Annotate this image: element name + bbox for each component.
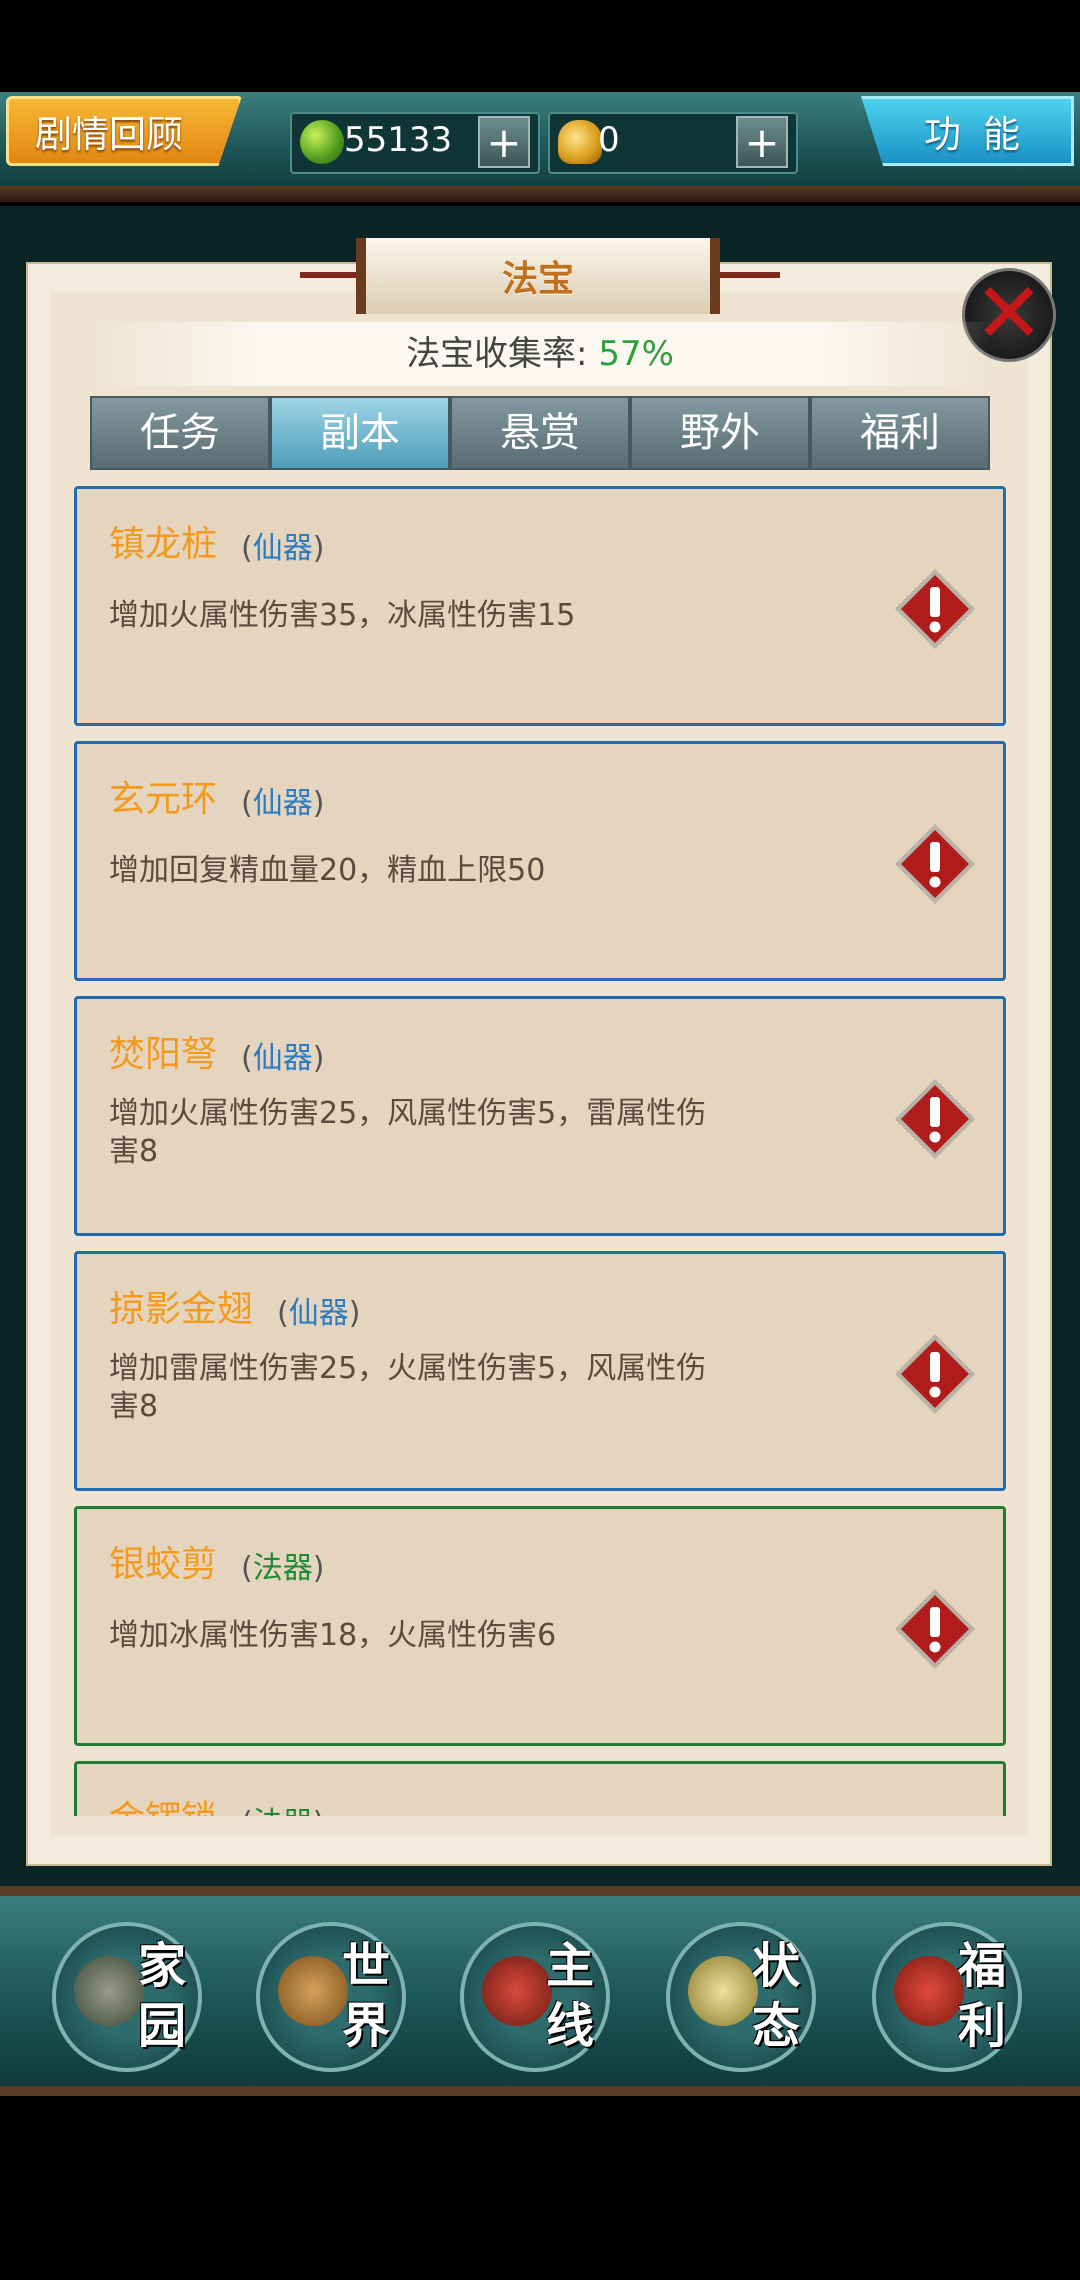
title-cord-right — [720, 272, 780, 278]
story-review-label: 剧情回顾 — [35, 113, 183, 156]
function-button[interactable]: 功能 — [860, 96, 1074, 166]
exclamation-icon[interactable] — [893, 567, 977, 651]
nav-label: 世界 — [342, 1938, 391, 2054]
treasure-item[interactable]: 掠影金翅 (仙器) 增加雷属性伤害25，火属性伤害5，风属性伤害8 — [74, 1251, 1006, 1491]
add-gold-button[interactable]: + — [736, 116, 788, 168]
treasure-item[interactable]: 玄元环 (仙器) 增加回复精血量20，精血上限50 — [74, 741, 1006, 981]
plus-icon: + — [744, 118, 780, 167]
welfare-icon — [894, 1956, 964, 2026]
tab-label: 福利 — [860, 410, 940, 456]
treasure-type: (法器) — [241, 1798, 324, 1816]
exclamation-icon[interactable] — [893, 1332, 977, 1416]
nav-label: 福利 — [958, 1938, 1007, 2054]
jade-coin-icon — [300, 120, 344, 164]
panel-title: 法宝 — [501, 259, 574, 300]
exclamation-icon[interactable] — [893, 822, 977, 906]
story-review-button[interactable]: 剧情回顾 — [6, 96, 242, 166]
treasure-type: (仙器) — [241, 786, 325, 821]
title-cord-left — [300, 272, 360, 278]
treasure-type: (仙器) — [241, 1041, 325, 1076]
nav-label: 状态 — [752, 1938, 801, 2054]
gold-resource: 0 + — [548, 112, 798, 174]
treasure-name: 焚阳弩 — [109, 1034, 218, 1075]
collection-rate: 法宝收集率: 57% — [90, 322, 990, 386]
nav-main-quest[interactable]: 主线 — [460, 1922, 610, 2072]
nav-home[interactable]: 家园 — [52, 1922, 202, 2072]
bottom-nav: 家园 世界 主线 状态 福利 — [0, 1886, 1080, 2096]
nav-status[interactable]: 状态 — [666, 1922, 816, 2072]
treasure-list[interactable]: 镇龙桩 (仙器) 增加火属性伤害35，冰属性伤害15 玄元环 (仙器) 增加回复… — [74, 486, 1006, 1816]
home-icon — [74, 1956, 144, 2026]
tab-label: 任务 — [140, 410, 220, 456]
gold-value: 0 — [598, 120, 620, 160]
nav-label: 主线 — [546, 1938, 595, 2054]
treasure-description: 增加回复精血量20，精血上限50 — [109, 853, 546, 888]
panel-title-scroll: 法宝 — [356, 238, 720, 314]
top-bar: 剧情回顾 55133 + 0 + 功能 — [0, 92, 1080, 202]
exclamation-icon[interactable] — [893, 1077, 977, 1161]
tab-label: 野外 — [680, 410, 760, 456]
treasure-item[interactable]: 金锣锁 (法器) — [74, 1761, 1006, 1816]
treasure-description: 增加雷属性伤害25，火属性伤害5，风属性伤害8 — [109, 1351, 707, 1424]
gold-ingot-icon — [558, 120, 602, 164]
tab-field[interactable]: 野外 — [630, 396, 810, 470]
treasure-name: 银蛟剪 — [109, 1544, 218, 1585]
main-quest-icon — [482, 1956, 552, 2026]
treasure-type: (仙器) — [241, 531, 325, 566]
treasure-item[interactable]: 焚阳弩 (仙器) 增加火属性伤害25，风属性伤害5，雷属性伤害8 — [74, 996, 1006, 1236]
world-icon — [278, 1956, 348, 2026]
tab-welfare[interactable]: 福利 — [810, 396, 990, 470]
category-tabs: 任务 副本 悬赏 野外 福利 — [90, 396, 990, 470]
treasure-name: 掠影金翅 — [109, 1289, 254, 1330]
treasure-description: 增加火属性伤害35，冰属性伤害15 — [109, 598, 576, 633]
tab-bounty[interactable]: 悬赏 — [450, 396, 630, 470]
tab-quest[interactable]: 任务 — [90, 396, 270, 470]
treasure-type: (仙器) — [277, 1296, 361, 1331]
nav-label: 家园 — [138, 1938, 187, 2054]
treasure-item[interactable]: 银蛟剪 (法器) 增加冰属性伤害18，火属性伤害6 — [74, 1506, 1006, 1746]
exclamation-icon[interactable] — [893, 1587, 977, 1671]
collection-rate-label: 法宝收集率: — [406, 334, 588, 374]
tab-dungeon[interactable]: 副本 — [270, 396, 450, 470]
treasure-description: 增加火属性伤害25，风属性伤害5，雷属性伤害8 — [109, 1096, 707, 1169]
jade-resource: 55133 + — [290, 112, 540, 174]
status-icon — [688, 1956, 758, 2026]
nav-world[interactable]: 世界 — [256, 1922, 406, 2072]
plus-icon: + — [486, 118, 522, 167]
add-jade-button[interactable]: + — [478, 116, 530, 168]
function-label: 功能 — [924, 113, 1042, 156]
treasure-description: 增加冰属性伤害18，火属性伤害6 — [109, 1618, 557, 1653]
treasure-type: (法器) — [241, 1551, 325, 1586]
nav-welfare[interactable]: 福利 — [872, 1922, 1022, 2072]
tab-label: 副本 — [320, 410, 400, 456]
tab-label: 悬赏 — [500, 410, 580, 456]
jade-value: 55133 — [344, 120, 453, 160]
treasure-name: 金锣锁 — [109, 1790, 217, 1816]
top-rail-divider — [0, 186, 1080, 202]
collection-rate-value: 57% — [598, 334, 674, 374]
treasure-item[interactable]: 镇龙桩 (仙器) 增加火属性伤害35，冰属性伤害15 — [74, 486, 1006, 726]
treasure-name: 镇龙桩 — [109, 524, 218, 565]
treasure-name: 玄元环 — [109, 779, 218, 820]
